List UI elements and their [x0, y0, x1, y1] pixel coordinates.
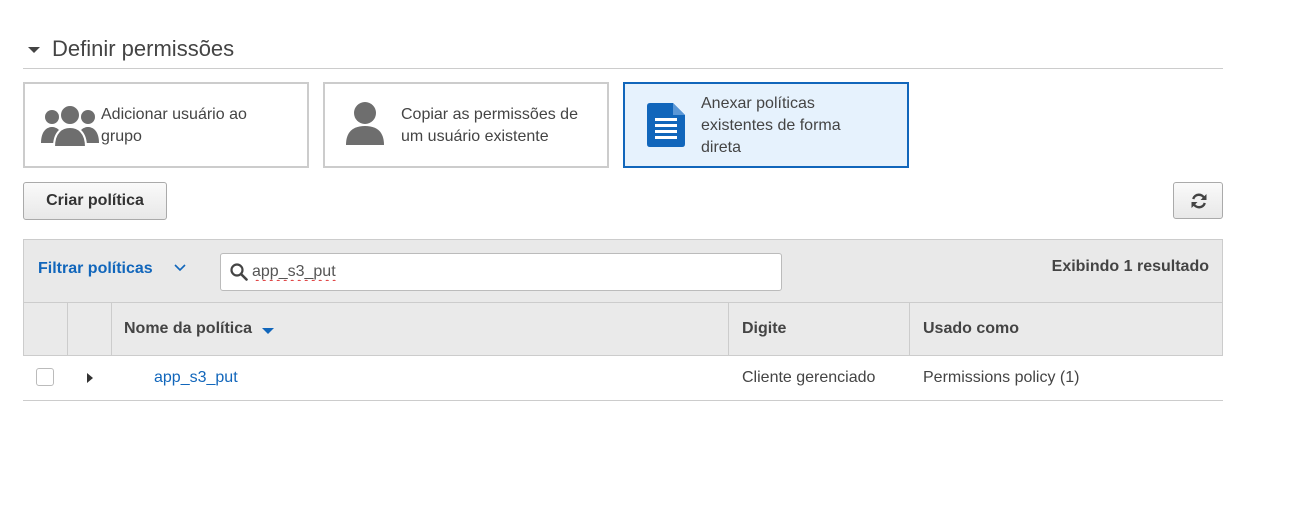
table-row: app_s3_put Cliente gerenciado Permission…: [23, 356, 1223, 401]
group-icon: [41, 104, 99, 147]
column-label: Usado como: [923, 320, 1020, 337]
option-attach-policies[interactable]: Anexar políticas existentes de forma dir…: [623, 82, 909, 168]
option-label-line1: Copiar as permissões de: [401, 106, 578, 123]
option-label-line2: um usuário existente: [401, 128, 549, 145]
table-header: Nome da política Digite Usado como: [23, 303, 1223, 356]
chevron-down-icon[interactable]: [174, 264, 186, 272]
search-input[interactable]: [252, 260, 752, 284]
option-label-line3: direta: [701, 139, 742, 156]
header-used-as[interactable]: Usado como: [910, 303, 1222, 355]
filter-policies-dropdown[interactable]: Filtrar políticas: [38, 260, 153, 278]
option-label-line2: existentes de forma: [701, 117, 841, 134]
policy-name-link[interactable]: app_s3_put: [154, 369, 238, 387]
section-title: Definir permissões: [52, 36, 235, 61]
collapse-caret-icon[interactable]: [28, 47, 40, 53]
option-label-line1: Adicionar usuário ao: [101, 106, 247, 123]
search-icon: [230, 263, 248, 281]
search-box: [220, 253, 782, 291]
header-select-column: [24, 303, 68, 355]
policy-type-cell: Cliente gerenciado: [742, 369, 876, 386]
user-icon: [346, 102, 384, 145]
option-label-line2: grupo: [101, 128, 142, 145]
row-checkbox[interactable]: [36, 368, 54, 386]
option-label-line1: Anexar políticas: [701, 95, 815, 112]
column-label: Nome da política: [124, 320, 253, 337]
sort-desc-icon[interactable]: [262, 328, 274, 334]
document-icon: [647, 103, 685, 147]
refresh-icon: [1191, 193, 1207, 209]
header-type[interactable]: Digite: [729, 303, 910, 355]
option-add-to-group[interactable]: Adicionar usuário ao grupo: [23, 82, 309, 168]
section-header: Definir permissões: [23, 34, 1223, 69]
result-count: Exibindo 1 resultado: [1051, 258, 1209, 275]
header-expand-column: [68, 303, 112, 355]
policy-used-as-cell: Permissions policy (1): [923, 369, 1080, 386]
header-policy-name[interactable]: Nome da política: [112, 303, 729, 355]
expand-row-icon[interactable]: [87, 373, 93, 383]
option-copy-permissions[interactable]: Copiar as permissões de um usuário exist…: [323, 82, 609, 168]
create-policy-button[interactable]: Criar política: [23, 182, 167, 220]
filter-bar: Filtrar políticas Exibindo 1 resultado: [23, 239, 1223, 303]
column-label: Digite: [742, 320, 787, 337]
refresh-button[interactable]: [1173, 182, 1223, 219]
